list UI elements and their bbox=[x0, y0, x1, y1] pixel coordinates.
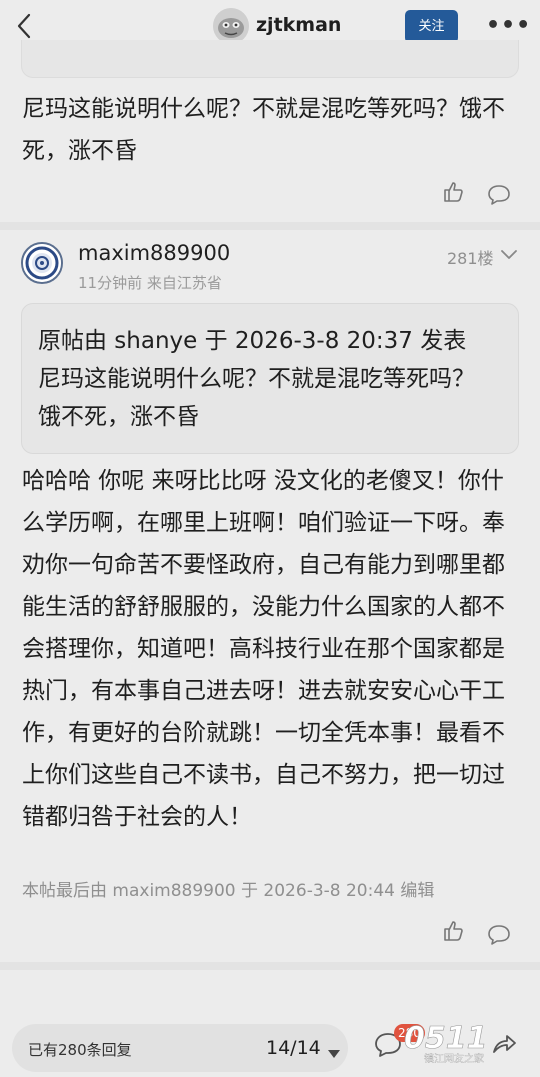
thumbs-up-icon[interactable] bbox=[441, 918, 467, 944]
post-meta: 11分钟前 来自江苏省 bbox=[78, 274, 222, 292]
comment-icon[interactable] bbox=[486, 182, 512, 208]
page-indicator[interactable]: 14/14 bbox=[266, 1037, 321, 1059]
floor-number: 281楼 bbox=[447, 249, 494, 268]
comment-icon[interactable] bbox=[486, 922, 512, 948]
follow-button[interactable]: 关注 bbox=[405, 10, 458, 43]
thumbs-up-icon[interactable] bbox=[441, 179, 467, 205]
bottom-bar: 已有280条回复 14/14 280 bbox=[0, 1010, 540, 1077]
reply-input[interactable]: 已有280条回复 14/14 bbox=[12, 1024, 348, 1072]
header-username[interactable]: zjtkman bbox=[256, 14, 341, 36]
post-divider bbox=[0, 222, 540, 230]
previous-post-text: 尼玛这能说明什么呢？不就是混吃等死吗？饿不死，涨不昏 bbox=[22, 96, 505, 164]
previous-quote-box bbox=[21, 40, 519, 78]
quote-text: 尼玛这能说明什么呢？不就是混吃等死吗？饿不死，涨不昏 bbox=[38, 366, 475, 430]
edit-note: 本帖最后由 maxim889900 于 2026-3-8 20:44 编辑 bbox=[22, 881, 435, 901]
comment-count-badge: 280 bbox=[394, 1024, 425, 1042]
more-icon[interactable]: ••• bbox=[486, 12, 530, 40]
post-author-name[interactable]: maxim889900 bbox=[78, 241, 230, 265]
share-icon[interactable] bbox=[490, 1030, 518, 1058]
user-avatar[interactable] bbox=[213, 8, 249, 44]
chevron-down-icon[interactable] bbox=[498, 245, 520, 265]
caret-down-icon[interactable] bbox=[327, 1044, 341, 1058]
post-body: 哈哈哈 你呢 来呀比比呀 没文化的老傻叉！你什么学历啊，在哪里上班啊！咱们验证一… bbox=[22, 468, 505, 830]
quote-box: 原帖由 shanye 于 2026-3-8 20:37 发表 尼玛这能说明什么呢… bbox=[21, 303, 519, 454]
quote-header: 原帖由 shanye 于 2026-3-8 20:37 发表 bbox=[38, 328, 467, 354]
reply-count: 已有280条回复 bbox=[28, 1041, 132, 1059]
post-divider bbox=[0, 962, 540, 970]
back-icon[interactable] bbox=[8, 8, 44, 44]
post-author-avatar[interactable] bbox=[21, 242, 63, 284]
